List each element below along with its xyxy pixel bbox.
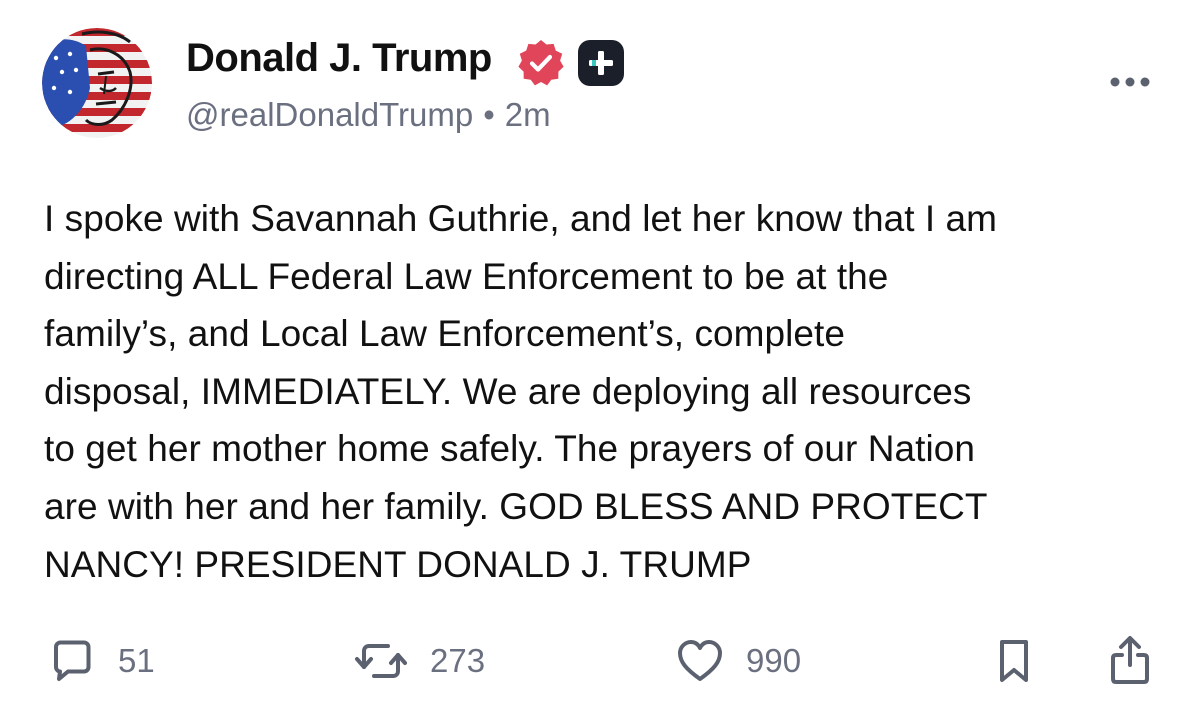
meta-separator: • [483,96,495,133]
share-button[interactable] [1108,626,1152,696]
author-avatar[interactable] [42,28,152,138]
bookmark-icon [1000,640,1028,682]
post-card: Donald J. Trump @realDonaldTrump • 2m I sp… [0,0,1200,703]
author-meta: @realDonaldTrump • 2m [186,96,551,134]
reply-button[interactable]: 51 [48,626,155,696]
repost-icon [355,644,407,678]
like-count: 990 [746,642,802,679]
repost-count: 273 [430,642,486,679]
share-icon [1111,636,1149,684]
more-options-icon[interactable] [1106,68,1154,96]
post-actions-bar: 51 273 990 [0,626,1200,696]
like-button[interactable]: 990 [676,626,801,696]
heart-icon [678,640,722,681]
verified-badge-icon [516,38,566,88]
post-timestamp[interactable]: 2m [505,96,551,133]
flag-portrait-avatar-icon [42,28,152,138]
comment-bubble-icon [54,640,91,681]
plus-square-icon [578,40,624,86]
repost-button[interactable]: 273 [354,626,485,696]
author-display-name[interactable]: Donald J. Trump [186,36,492,81]
bookmark-button[interactable] [996,626,1032,696]
reply-count: 51 [118,642,155,679]
author-handle[interactable]: @realDonaldTrump [186,96,473,133]
post-body-text: I spoke with Savannah Guthrie, and let h… [44,198,998,585]
